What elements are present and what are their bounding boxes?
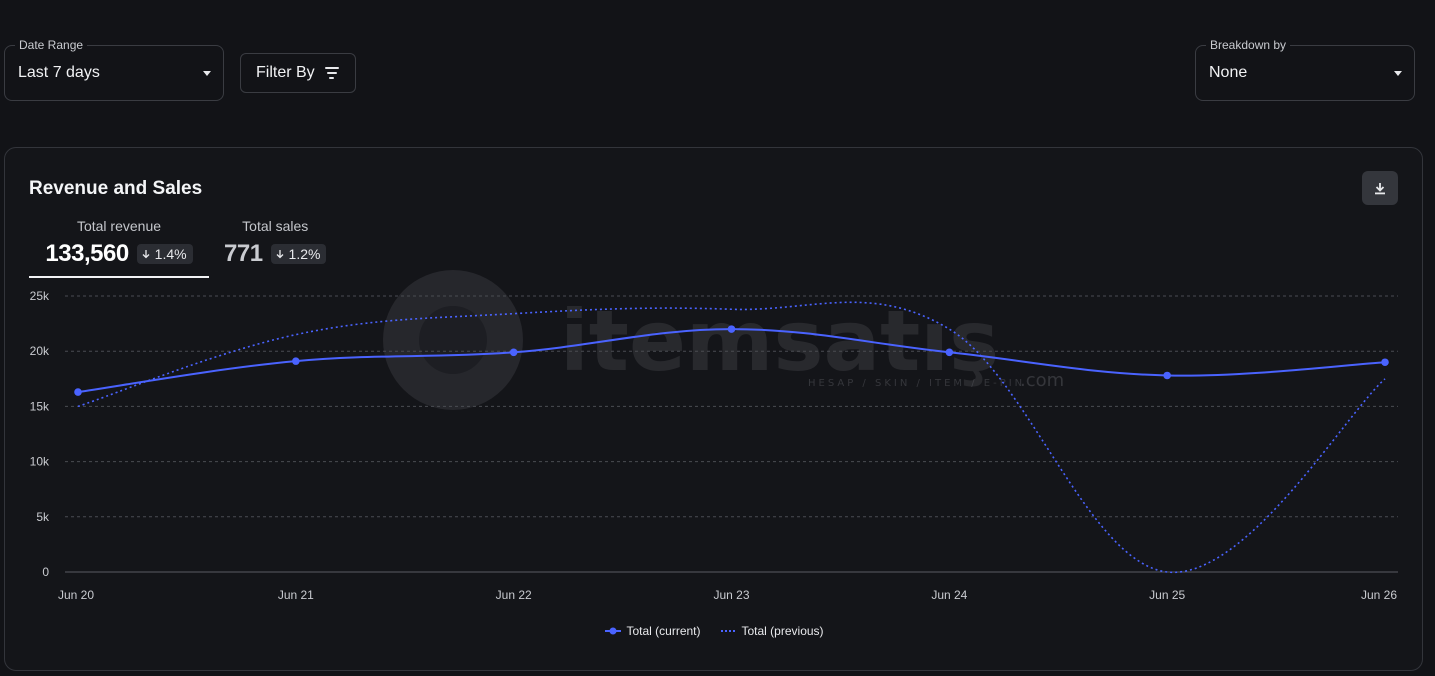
x-tick-label: Jun 22: [496, 588, 532, 602]
arrow-down-icon: [142, 250, 150, 259]
breakdown-label: Breakdown by: [1206, 38, 1291, 52]
change-badge: 1.2%: [270, 244, 327, 264]
data-point: [292, 357, 300, 365]
line-chart: itemsatış HESAP / SKIN / ITEM / E-PIN .c…: [30, 270, 1398, 602]
metric-value: 133,560: [45, 240, 129, 267]
x-tick-label: Jun 23: [713, 588, 749, 602]
metric-total-revenue[interactable]: Total revenue 133,560 1.4%: [29, 218, 209, 278]
x-tick-label: Jun 21: [278, 588, 314, 602]
x-tick-label: Jun 26: [1361, 588, 1397, 602]
change-value: 1.4%: [154, 246, 187, 262]
y-axis: 0 5k 10k 15k 20k 25k: [30, 289, 50, 579]
x-tick-label: Jun 20: [58, 588, 94, 602]
y-tick-label: 20k: [30, 344, 50, 358]
filter-by-label: Filter By: [256, 64, 315, 81]
download-icon: [1375, 182, 1385, 194]
x-tick-label: Jun 25: [1149, 588, 1185, 602]
x-tick-label: Jun 24: [931, 588, 967, 602]
y-tick-label: 10k: [30, 455, 50, 469]
change-value: 1.2%: [288, 246, 321, 262]
watermark-tagline: HESAP / SKIN / ITEM / E-PIN: [808, 378, 1025, 389]
data-point: [1381, 358, 1389, 367]
data-point: [727, 325, 736, 333]
legend-label: Total (current): [626, 624, 701, 638]
date-range-value: Last 7 days: [18, 64, 100, 81]
metric-total-sales[interactable]: Total sales 771 1.2%: [224, 218, 327, 268]
metric-value: 771: [224, 240, 263, 267]
chevron-down-icon: [203, 71, 211, 76]
date-range-select[interactable]: Date Range Last 7 days: [4, 38, 224, 101]
chevron-down-icon: [1394, 71, 1402, 76]
watermark-logo: itemsatış HESAP / SKIN / ITEM / E-PIN .c…: [383, 270, 1064, 410]
legend-label: Total (previous): [741, 624, 824, 638]
data-point: [945, 348, 954, 357]
watermark-text: itemsatış: [560, 292, 999, 390]
breakdown-select[interactable]: Breakdown by None: [1195, 38, 1415, 101]
x-axis: Jun 20 Jun 21 Jun 22 Jun 23 Jun 24 Jun 25 Jun …: [58, 588, 1397, 602]
y-tick-label: 15k: [30, 399, 50, 413]
data-point: [74, 388, 82, 396]
legend-item-previous[interactable]: Total (previous): [720, 624, 824, 638]
arrow-down-icon: [276, 250, 284, 259]
data-point: [1163, 371, 1171, 380]
data-point: [509, 348, 518, 357]
watermark-suffix: .com: [1020, 370, 1064, 391]
filter-icon: [324, 67, 339, 79]
legend-solid-marker: [605, 627, 622, 635]
y-tick-label: 0: [42, 565, 49, 579]
date-range-label: Date Range: [15, 38, 88, 52]
download-button[interactable]: [1362, 171, 1398, 205]
card-title: Revenue and Sales: [29, 178, 203, 199]
change-badge: 1.4%: [136, 244, 193, 264]
breakdown-value: None: [1209, 64, 1248, 81]
legend-item-current[interactable]: Total (current): [605, 624, 701, 638]
filter-by-button[interactable]: Filter By: [240, 53, 356, 93]
revenue-sales-card: itemsatış HESAP / SKIN / ITEM / E-PIN .c…: [4, 147, 1423, 671]
chart-legend: Total (current) Total (previous): [5, 624, 1424, 638]
legend-dotted-marker: [720, 630, 737, 632]
y-tick-label: 25k: [30, 289, 50, 303]
y-tick-label: 5k: [36, 510, 50, 524]
metric-label: Total sales: [242, 218, 309, 234]
metric-label: Total revenue: [76, 218, 162, 234]
